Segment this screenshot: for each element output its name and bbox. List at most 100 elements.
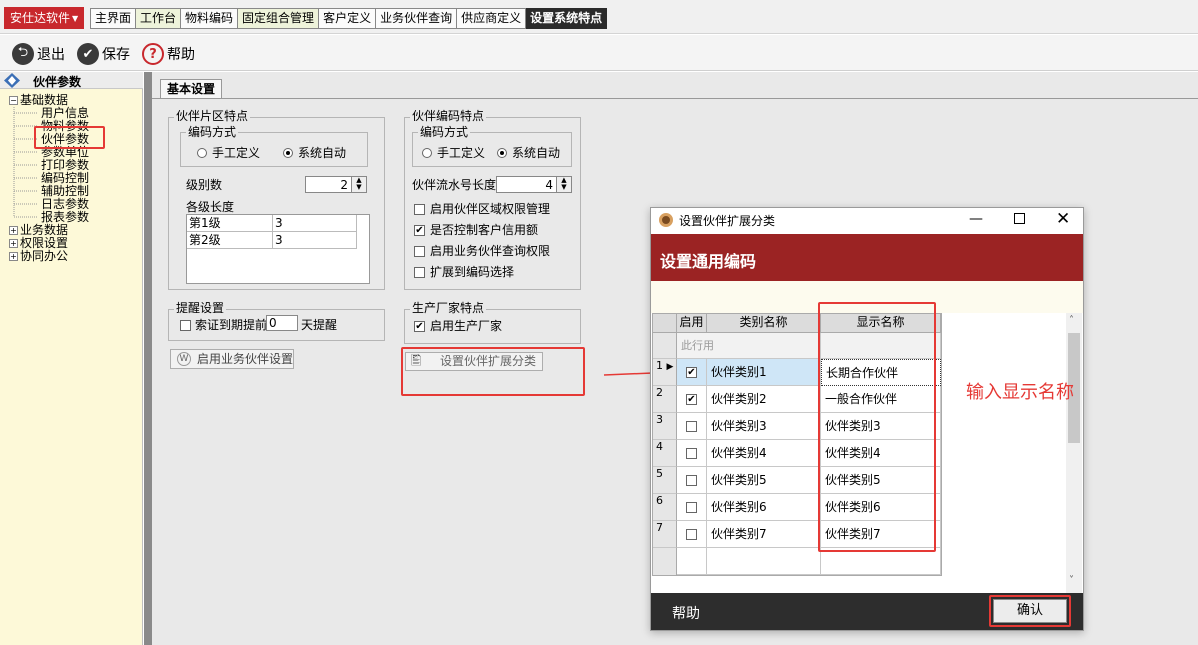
collapse-icon[interactable]: − — [9, 96, 18, 105]
level-name-cell[interactable]: 第2级 — [187, 232, 273, 249]
dialog-titlebar: 设置伙伴扩展分类 — ✕ — [651, 208, 1083, 234]
code-manual-radio[interactable] — [422, 148, 432, 158]
help-button[interactable]: ? 帮助 — [142, 43, 195, 65]
region-auto-label: 系统自动 — [298, 146, 347, 160]
serial-length-value: 4 — [545, 178, 553, 192]
enabled-checkbox[interactable] — [686, 529, 697, 540]
serial-length-stepper[interactable]: 4 ▲ ▼ — [496, 176, 572, 193]
enable-partner-setting-label: 启用业务伙伴设置 — [197, 352, 294, 366]
empty-cell — [677, 548, 707, 575]
scroll-down-icon[interactable]: ˅ — [1069, 575, 1074, 586]
scroll-up-icon[interactable]: ˄ — [1069, 315, 1074, 326]
level-name-cell[interactable]: 第1级 — [187, 215, 273, 232]
row-header[interactable]: 4 — [653, 440, 677, 467]
region-auto-radio[interactable] — [283, 148, 293, 158]
enabled-cell[interactable] — [677, 440, 707, 467]
expand-icon[interactable]: + — [9, 252, 18, 261]
tree-node-collaboration[interactable]: + 协同办公 — [9, 250, 68, 263]
levels-stepper[interactable]: 2 ▲ ▼ — [305, 176, 367, 193]
category-cell[interactable]: 伙伴类别3 — [707, 413, 821, 440]
close-icon[interactable]: ✕ — [1056, 209, 1070, 229]
tab-customer-define[interactable]: 客户定义 — [319, 8, 377, 29]
reminder-label: 索证到期提前 — [195, 318, 268, 332]
category-cell[interactable]: 伙伴类别7 — [707, 521, 821, 548]
partner-code-title: 伙伴编码特点 — [410, 109, 487, 123]
tab-main[interactable]: 主界面 — [90, 8, 137, 29]
set-extension-category-button[interactable]: 🖺 设置伙伴扩展分类 — [405, 352, 543, 371]
category-cell[interactable]: 伙伴类别1 — [707, 359, 821, 386]
tab-system-features[interactable]: 设置系统特点 — [526, 8, 608, 29]
enabled-checkbox[interactable] — [686, 421, 697, 432]
credit-control-checkbox[interactable]: ✔ — [414, 225, 425, 236]
enabled-cell[interactable]: ✔ — [677, 386, 707, 413]
spin-arrows-icon[interactable]: ▲ ▼ — [351, 177, 366, 192]
exit-label: 退出 — [37, 47, 65, 63]
category-cell[interactable]: 伙伴类别4 — [707, 440, 821, 467]
reminder-checkbox[interactable] — [180, 320, 191, 331]
expand-icon[interactable]: + — [9, 226, 18, 235]
enable-partner-setting-button[interactable]: W 启用业务伙伴设置 — [170, 349, 294, 369]
tab-partner-query[interactable]: 业务伙伴查询 — [376, 8, 458, 29]
enabled-cell[interactable] — [677, 494, 707, 521]
region-permission-checkbox[interactable] — [414, 204, 425, 215]
row-header[interactable]: 1 ▶ — [653, 359, 677, 386]
tab-workbench[interactable]: 工作台 — [136, 8, 182, 29]
enabled-checkbox[interactable]: ✔ — [686, 367, 697, 378]
module-tabs: 主界面 工作台 物料编码 固定组合管理 客户定义 业务伙伴查询 供应商定义 设置… — [90, 8, 608, 29]
enabled-checkbox[interactable] — [686, 448, 697, 459]
set-extension-category-label: 设置伙伴扩展分类 — [440, 354, 537, 368]
spin-arrows-icon[interactable]: ▲ ▼ — [556, 177, 571, 192]
extend-coding-checkbox[interactable] — [414, 267, 425, 278]
category-cell[interactable]: 伙伴类别5 — [707, 467, 821, 494]
levels-value: 2 — [340, 178, 348, 192]
vertical-scrollbar[interactable]: ˄ ˅ — [1066, 313, 1082, 593]
enabled-checkbox[interactable] — [686, 502, 697, 513]
level-length-cell[interactable]: 3 — [273, 232, 357, 249]
row-header[interactable]: 2 — [653, 386, 677, 413]
panel-splitter[interactable] — [144, 72, 152, 645]
minimize-icon[interactable]: — — [969, 211, 983, 227]
tab-fixed-combo[interactable]: 固定组合管理 — [238, 8, 320, 29]
reminder-days-input[interactable]: 0 — [266, 315, 298, 331]
dialog-banner: 设置通用编码 — [651, 234, 1083, 281]
row-header[interactable]: 5 — [653, 467, 677, 494]
levels-label: 级别数 — [186, 178, 223, 192]
tab-supplier-define[interactable]: 供应商定义 — [457, 8, 527, 29]
left-tree-panel: 伙伴参数 − 基础数据 用户信息 物料参数 伙伴参数 参数单位 打印参数 编码控制… — [0, 72, 143, 645]
exit-button[interactable]: ⮌ 退出 — [12, 43, 65, 65]
enabled-checkbox[interactable]: ✔ — [686, 394, 697, 405]
row-header[interactable]: 3 — [653, 413, 677, 440]
brand-menu-button[interactable]: 安仕达软件 ▼ — [4, 7, 85, 29]
row-header[interactable]: 6 — [653, 494, 677, 521]
code-manual-label: 手工定义 — [437, 146, 486, 160]
current-row-arrow-icon: ▶ — [666, 362, 674, 372]
category-cell[interactable]: 伙伴类别2 — [707, 386, 821, 413]
enabled-cell[interactable]: ✔ — [677, 359, 707, 386]
row-header[interactable]: 7 — [653, 521, 677, 548]
query-permission-checkbox[interactable] — [414, 246, 425, 257]
enabled-cell[interactable] — [677, 413, 707, 440]
caret-down-icon: ▼ — [72, 13, 79, 23]
maximize-icon[interactable] — [1014, 213, 1025, 224]
confirm-button[interactable]: 确认 — [993, 599, 1067, 623]
enabled-checkbox[interactable] — [686, 475, 697, 486]
col-header-category[interactable]: 类别名称 — [707, 314, 821, 333]
enabled-cell[interactable] — [677, 521, 707, 548]
expand-icon[interactable]: + — [9, 239, 18, 248]
region-manual-radio[interactable] — [197, 148, 207, 158]
level-length-cell[interactable]: 3 — [273, 215, 357, 232]
dialog-help-link[interactable]: 帮助 — [672, 603, 700, 623]
save-button[interactable]: ✔ 保存 — [77, 43, 130, 65]
code-auto-radio[interactable] — [497, 148, 507, 158]
enable-manufacturer-checkbox[interactable]: ✔ — [414, 321, 425, 332]
empty-cell — [821, 548, 941, 575]
annotation-text: 输入显示名称 — [966, 382, 1074, 403]
tab-material-code[interactable]: 物料编码 — [181, 8, 239, 29]
new-row-placeholder[interactable]: 此行用 — [677, 333, 821, 359]
col-header-enabled[interactable]: 启用 — [677, 314, 707, 333]
partner-region-title: 伙伴片区特点 — [174, 109, 251, 123]
enabled-cell[interactable] — [677, 467, 707, 494]
category-cell[interactable]: 伙伴类别6 — [707, 494, 821, 521]
code-coding-title: 编码方式 — [418, 125, 471, 139]
tab-basic-settings[interactable]: 基本设置 — [160, 79, 223, 99]
